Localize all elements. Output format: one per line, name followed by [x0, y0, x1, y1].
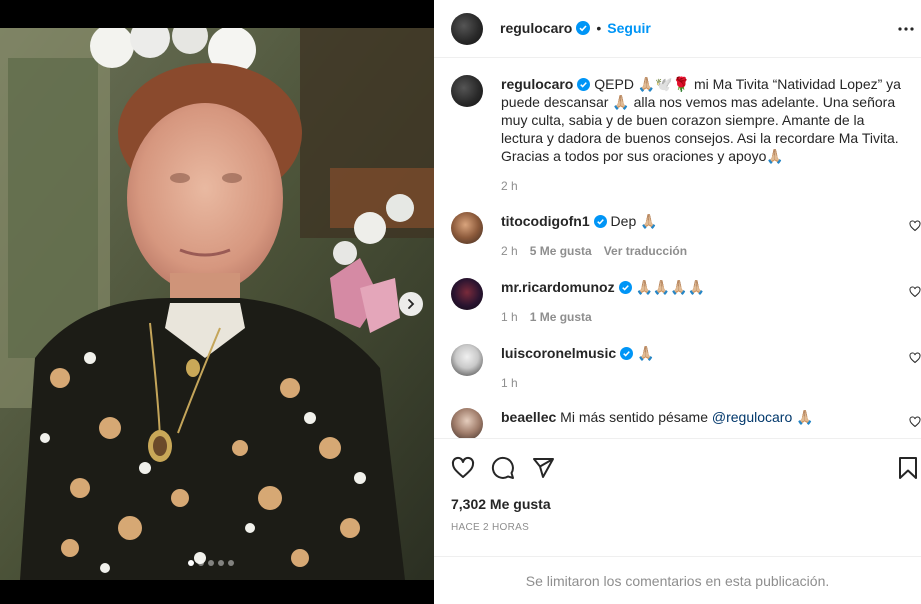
like-comment-heart-icon[interactable]: [909, 416, 921, 428]
follow-button[interactable]: Seguir: [607, 20, 651, 36]
verified-badge-icon: [620, 347, 634, 360]
post-header: regulocaro • Seguir: [434, 0, 921, 58]
comment-username[interactable]: titocodigofn1: [501, 213, 590, 229]
carousel-dot: [208, 560, 214, 566]
caption-body: regulocaro QEPD 🙏🏼🕊️🌹 mi Ma Tivita “Nati…: [501, 75, 906, 195]
comment-text: 🙏🏼: [637, 345, 655, 361]
comment-text: Mi más sentido pésame: [560, 409, 712, 425]
carousel-dot: [218, 560, 224, 566]
commenter-avatar[interactable]: [451, 408, 483, 438]
like-count[interactable]: 7,302 Me gusta: [451, 496, 551, 512]
comment-time[interactable]: 2 h: [501, 242, 518, 260]
translate-link[interactable]: Ver traducción: [604, 242, 687, 260]
more-options-icon[interactable]: [897, 20, 915, 38]
caption-username[interactable]: regulocaro: [501, 76, 573, 92]
carousel-next-button[interactable]: [399, 292, 423, 316]
comment-body: mr.ricardomunoz 🙏🏼🙏🏼🙏🏼🙏🏼 1 h 1 Me gusta: [501, 278, 906, 326]
comment-meta: 2 h 5 Me gusta Ver traducción: [501, 242, 906, 260]
like-comment-heart-icon[interactable]: [909, 352, 921, 364]
comment-icon[interactable]: [491, 456, 515, 480]
post-photo: [0, 28, 434, 580]
comment-likes[interactable]: 1 Me gusta: [530, 308, 592, 326]
like-comment-heart-icon[interactable]: [909, 286, 921, 298]
comments-list[interactable]: regulocaro QEPD 🙏🏼🕊️🌹 mi Ma Tivita “Nati…: [434, 58, 921, 438]
verified-badge-icon: [576, 21, 591, 35]
post-media: [0, 0, 434, 604]
verified-badge-icon: [577, 78, 591, 91]
comment-username[interactable]: beaellec: [501, 409, 556, 425]
heart-icon[interactable]: [451, 456, 475, 480]
comment-username[interactable]: luiscoronelmusic: [501, 345, 616, 361]
verified-badge-icon: [593, 215, 607, 228]
commenter-avatar[interactable]: [451, 212, 483, 244]
comment-body: beaellec Mi más sentido pésame @reguloca…: [501, 408, 906, 426]
author-username[interactable]: regulocaro: [500, 20, 572, 36]
comment-username[interactable]: mr.ricardomunoz: [501, 279, 615, 295]
photo-illustration: [0, 28, 434, 580]
bookmark-icon[interactable]: [896, 456, 920, 480]
comment-body: titocodigofn1 Dep 🙏🏼 2 h 5 Me gusta Ver …: [501, 212, 906, 260]
post-actions: 7,302 Me gusta HACE 2 HORAS Se limitaron…: [434, 438, 921, 604]
comment-meta: 1 h 1 Me gusta: [501, 308, 906, 326]
carousel-indicator: [188, 560, 234, 566]
author-info: regulocaro • Seguir: [500, 20, 651, 36]
post-details-panel: regulocaro • Seguir regulocaro QEPD 🙏🏼🕊️…: [434, 0, 921, 604]
carousel-dot: [188, 560, 194, 566]
caption-time[interactable]: 2 h: [501, 177, 518, 195]
comment-text: 🙏🏼🙏🏼🙏🏼🙏🏼: [635, 279, 706, 295]
comment-body: luiscoronelmusic 🙏🏼 1 h: [501, 344, 906, 392]
comment-meta: 1 h: [501, 374, 906, 392]
chevron-right-icon: [408, 299, 415, 309]
comment-likes[interactable]: 5 Me gusta: [530, 242, 592, 260]
comment-mention[interactable]: @regulocaro: [712, 409, 792, 425]
carousel-dot: [198, 560, 204, 566]
commenter-avatar[interactable]: [451, 278, 483, 310]
comment-time[interactable]: 1 h: [501, 308, 518, 326]
author-avatar[interactable]: [451, 13, 483, 45]
comment-time[interactable]: 1 h: [501, 374, 518, 392]
author-avatar[interactable]: [451, 75, 483, 107]
carousel-dot: [228, 560, 234, 566]
share-icon[interactable]: [531, 456, 555, 480]
comment-text: Dep 🙏🏼: [610, 213, 658, 229]
commenter-avatar[interactable]: [451, 344, 483, 376]
separator-dot: •: [596, 20, 602, 36]
verified-badge-icon: [618, 281, 632, 294]
like-comment-heart-icon[interactable]: [909, 220, 921, 232]
comments-limited-notice: Se limitaron los comentarios en esta pub…: [434, 556, 921, 604]
caption-meta: 2 h: [501, 177, 906, 195]
post-timestamp: HACE 2 HORAS: [451, 522, 530, 533]
comment-text-after: 🙏🏼: [792, 409, 814, 425]
